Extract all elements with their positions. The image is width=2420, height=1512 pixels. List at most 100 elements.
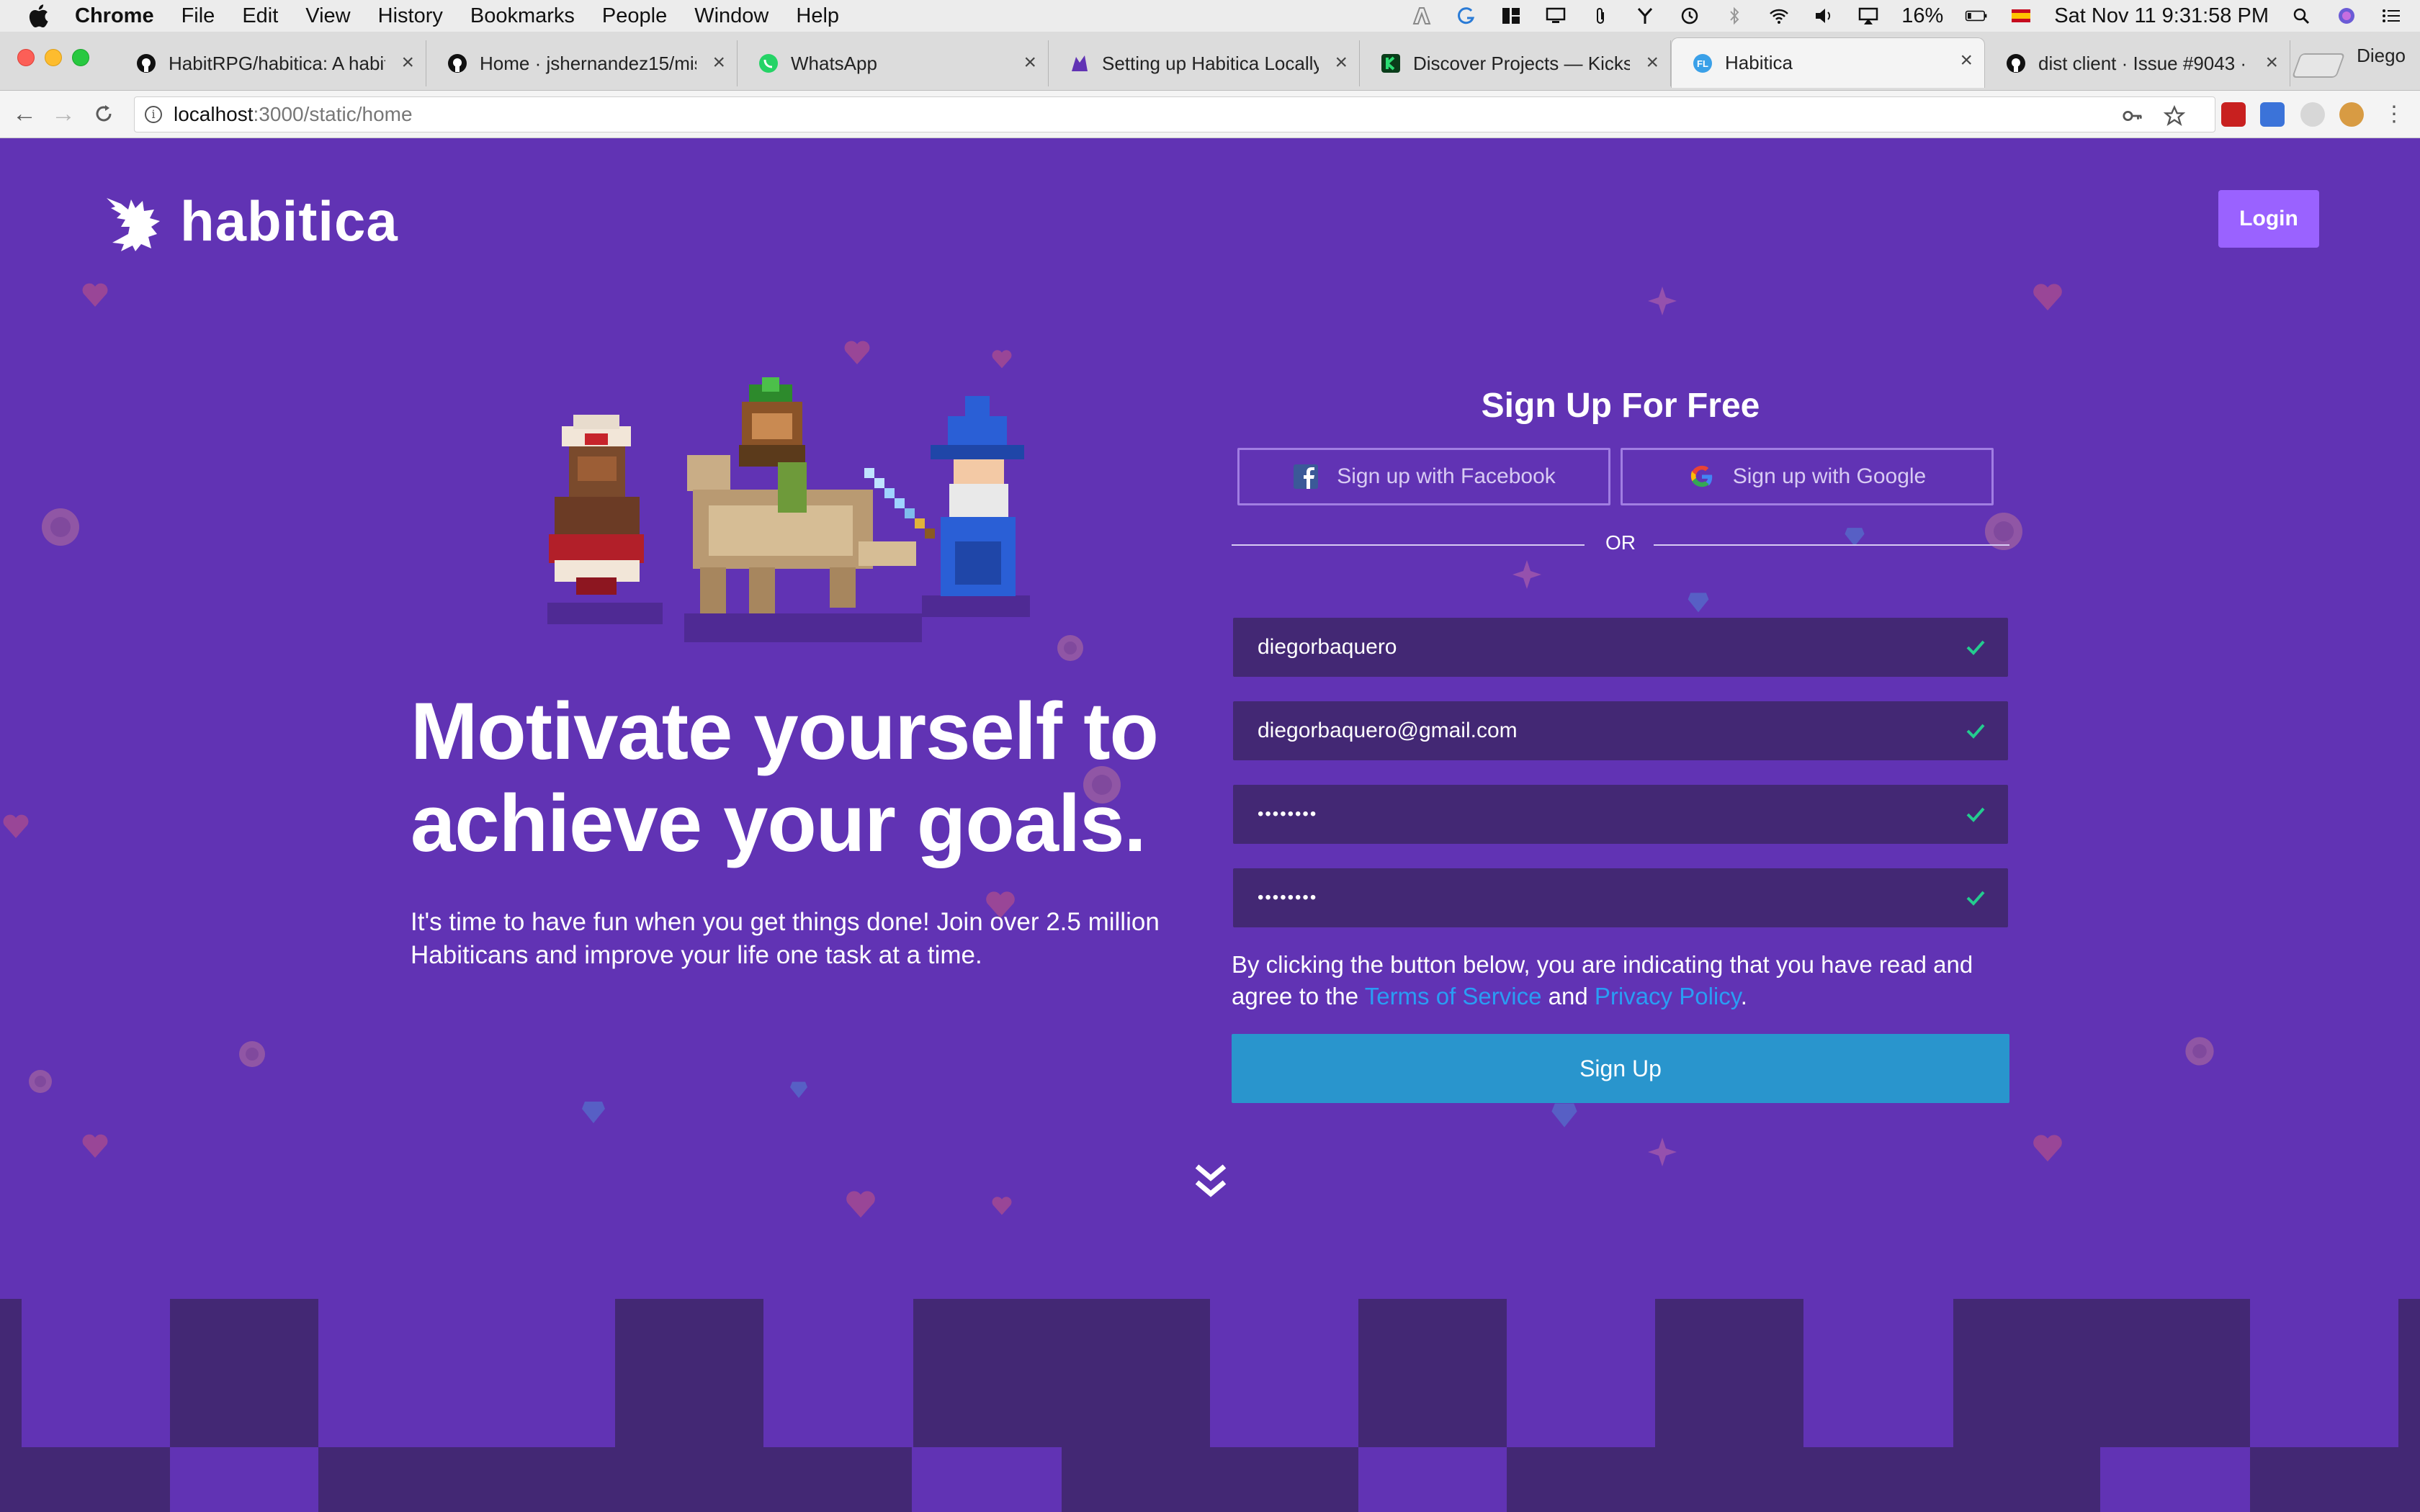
tab-whatsapp[interactable]: WhatsApp ×	[738, 40, 1049, 86]
password-field[interactable]: ••••••••	[1233, 785, 2008, 844]
bookmark-star-icon[interactable]	[2163, 104, 2186, 127]
tab-setting-up-habitica[interactable]: Setting up Habitica Locally | ×	[1049, 40, 1360, 86]
valid-check-icon	[1966, 891, 1985, 906]
login-button[interactable]: Login	[2218, 190, 2319, 248]
tab-close-icon[interactable]: ×	[401, 52, 414, 73]
battery-icon[interactable]	[1965, 6, 1988, 26]
new-tab-button[interactable]	[2291, 53, 2346, 78]
checkered-footer-pattern	[0, 1299, 2420, 1512]
username-field[interactable]: diegorbaquero	[1233, 618, 2008, 677]
display-icon[interactable]	[1544, 6, 1567, 26]
chrome-menu-icon[interactable]: ⋮	[2378, 98, 2410, 130]
menu-file[interactable]: File	[182, 4, 215, 28]
key-icon[interactable]	[2121, 104, 2144, 127]
bluetooth-icon[interactable]	[1723, 6, 1746, 26]
back-arrow-icon[interactable]: ←	[9, 98, 40, 130]
window-close-button[interactable]	[17, 49, 35, 66]
window-zoom-button[interactable]	[72, 49, 89, 66]
email-field[interactable]: diegorbaquero@gmail.com	[1233, 701, 2008, 760]
tab-title: HabitRPG/habitica: A habit t	[169, 52, 385, 74]
menu-app-chrome[interactable]: Chrome	[75, 4, 154, 28]
spain-flag-icon[interactable]	[2009, 6, 2033, 26]
signup-google-button[interactable]: Sign up with Google	[1621, 448, 1994, 505]
tab-close-icon[interactable]: ×	[1960, 50, 1973, 71]
tab-habitrpg-github[interactable]: HabitRPG/habitica: A habit t ×	[115, 40, 426, 86]
address-bar[interactable]: i localhost:3000/static/home	[134, 96, 2215, 132]
menubar-clock[interactable]: Sat Nov 11 9:31:58 PM	[2054, 4, 2269, 28]
menu-edit[interactable]: Edit	[242, 4, 278, 28]
signup-facebook-button[interactable]: Sign up with Facebook	[1237, 448, 1610, 505]
tab-title: dist client · Issue #9043 · Ha	[2038, 52, 2249, 74]
tab-jshernandez-home[interactable]: Home · jshernandez15/miso ×	[426, 40, 738, 86]
extension-icon[interactable]	[2260, 102, 2285, 127]
heart-decor-icon	[3, 814, 29, 838]
spotlight-search-icon[interactable]	[2290, 6, 2313, 26]
tab-close-icon[interactable]: ×	[1335, 52, 1348, 73]
tab-close-icon[interactable]: ×	[1023, 52, 1036, 73]
coin-decor-icon	[42, 508, 79, 546]
terms-of-service-link[interactable]: Terms of Service	[1365, 983, 1542, 1009]
privacy-policy-link[interactable]: Privacy Policy	[1595, 983, 1741, 1009]
wifi-icon[interactable]	[1767, 6, 1791, 26]
brand-name: habitica	[180, 189, 398, 253]
fork-icon[interactable]	[1634, 6, 1657, 26]
window-layout-icon[interactable]	[1500, 6, 1523, 26]
cookie-extension-icon[interactable]	[2339, 102, 2364, 127]
habitica-fl-icon: FL	[1692, 53, 1713, 74]
gem-decor-icon	[790, 1081, 807, 1098]
tab-dist-client-issue[interactable]: dist client · Issue #9043 · Ha ×	[1985, 40, 2290, 86]
signup-google-label: Sign up with Google	[1732, 464, 1927, 488]
gem-decor-icon	[1688, 593, 1709, 613]
menu-people[interactable]: People	[602, 4, 667, 28]
siri-icon[interactable]	[2335, 6, 2358, 26]
airplay-icon[interactable]	[1857, 6, 1880, 26]
terms-and: and	[1541, 983, 1595, 1009]
ublock-extension-icon[interactable]	[2221, 102, 2246, 127]
notification-center-icon[interactable]	[2380, 6, 2403, 26]
forward-arrow-icon[interactable]: →	[48, 98, 79, 130]
username-value: diegorbaquero	[1258, 635, 1397, 659]
heart-decor-icon	[2033, 1135, 2062, 1162]
reload-icon[interactable]	[88, 98, 120, 130]
signup-title: Sign Up For Free	[1481, 387, 1760, 425]
signup-button[interactable]: Sign Up	[1232, 1034, 2009, 1103]
valid-check-icon	[1966, 807, 1985, 822]
macos-menubar: Chrome File Edit View History Bookmarks …	[0, 0, 2420, 32]
tab-title: Discover Projects — Kicksta	[1413, 52, 1630, 74]
menu-view[interactable]: View	[305, 4, 350, 28]
valid-check-icon	[1966, 724, 1985, 739]
menu-history[interactable]: History	[378, 4, 443, 28]
paperclip-icon[interactable]	[1589, 6, 1612, 26]
window-minimize-button[interactable]	[45, 49, 62, 66]
volume-icon[interactable]	[1812, 6, 1835, 26]
tab-close-icon[interactable]: ×	[2265, 52, 2278, 73]
double-chevron-down-icon[interactable]	[1193, 1161, 1229, 1201]
facebook-icon	[1292, 463, 1319, 490]
heart-decor-icon	[992, 1197, 1012, 1215]
email-value: diegorbaquero@gmail.com	[1258, 719, 1518, 742]
gryphon-logo-icon	[107, 197, 160, 251]
github-icon	[135, 53, 157, 74]
menu-bookmarks[interactable]: Bookmarks	[470, 4, 575, 28]
tab-close-icon[interactable]: ×	[712, 52, 725, 73]
profile-name[interactable]: Diego	[2357, 45, 2406, 67]
tab-title: Habitica	[1725, 52, 1793, 73]
extension-play-icon[interactable]	[2300, 102, 2325, 127]
menu-window[interactable]: Window	[694, 4, 768, 28]
heart-decor-icon	[2033, 284, 2062, 311]
apple-icon[interactable]	[27, 4, 49, 28]
star-decor-icon	[1512, 560, 1541, 589]
confirm-password-field[interactable]: ••••••••	[1233, 868, 2008, 927]
habitica-logo[interactable]: habitica	[99, 189, 398, 254]
browser-toolbar: ← → i localhost:3000/static/home ⋮	[0, 91, 2420, 138]
grammarly-icon[interactable]	[1455, 6, 1478, 26]
tab-close-icon[interactable]: ×	[1646, 52, 1659, 73]
menu-help[interactable]: Help	[796, 4, 839, 28]
site-info-icon[interactable]: i	[145, 106, 162, 123]
adobe-icon[interactable]	[1410, 6, 1433, 26]
heart-decor-icon	[82, 283, 108, 307]
tab-kickstarter[interactable]: Discover Projects — Kicksta ×	[1360, 40, 1671, 86]
time-machine-icon[interactable]	[1678, 6, 1701, 26]
star-decor-icon	[1648, 1138, 1677, 1166]
tab-habitica-active[interactable]: FL Habitica ×	[1671, 37, 1985, 88]
